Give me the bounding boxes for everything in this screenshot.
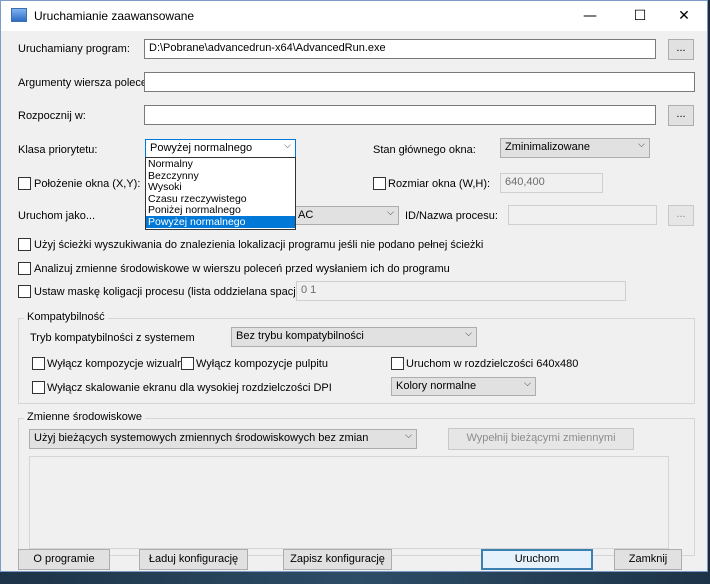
close-button[interactable]: ✕	[661, 1, 707, 31]
compatibility-group-title: Kompatybilność	[24, 311, 108, 323]
env-mode-combobox[interactable]: Użyj bieżących systemowych zmiennych śro…	[29, 429, 417, 449]
window-size-checkbox[interactable]	[373, 177, 386, 190]
compat-mode-label: Tryb kompatybilności z systemem	[30, 332, 195, 344]
run-640-checkbox[interactable]	[391, 357, 404, 370]
close-dialog-button[interactable]: Zamknij	[614, 549, 682, 570]
disable-desktop-label: Wyłącz kompozycje pulpitu	[196, 358, 328, 370]
advanced-run-window: Uruchamianie zaawansowane — ☐ ✕ Uruchami…	[0, 0, 708, 572]
minimize-button[interactable]: —	[567, 1, 613, 31]
arguments-label: Argumenty wiersza poleceń:	[18, 77, 157, 89]
chevron-down-icon: ⌵	[405, 431, 412, 441]
window-size-input[interactable]: 640,400	[500, 173, 603, 193]
title-bar: Uruchamianie zaawansowane — ☐ ✕	[1, 1, 707, 31]
window-position-checkbox[interactable]	[18, 177, 31, 190]
program-label: Uruchamiany program:	[18, 43, 130, 55]
disable-dpi-checkbox[interactable]	[32, 381, 45, 394]
priority-combobox[interactable]: Powyżej normalnego ⌵	[145, 139, 296, 158]
start-in-input[interactable]	[144, 105, 656, 125]
window-size-label: Rozmiar okna (W,H):	[388, 178, 491, 190]
chevron-down-icon: ⌵	[387, 208, 394, 218]
priority-option[interactable]: Wysoki	[146, 181, 295, 193]
priority-label: Klasa priorytetu:	[18, 144, 98, 156]
environment-group-title: Zmienne środowiskowe	[24, 411, 145, 423]
compat-mode-selected: Bez trybu kompatybilności	[236, 330, 364, 342]
arguments-input[interactable]	[144, 72, 695, 92]
search-path-label: Użyj ścieżki wyszukiwania do znalezienia…	[34, 239, 484, 251]
run-as-label: Uruchom jako...	[18, 210, 96, 222]
process-id-input[interactable]	[508, 205, 657, 225]
env-mode-selected: Użyj bieżących systemowych zmiennych śro…	[34, 432, 369, 444]
main-window-state-selected: Zminimalizowane	[505, 141, 590, 153]
run-as-selected: AC	[298, 209, 314, 221]
program-path-input[interactable]: D:\Pobrane\advancedrun-x64\AdvancedRun.e…	[144, 39, 656, 59]
chevron-down-icon: ⌵	[284, 141, 291, 151]
app-icon	[11, 8, 27, 22]
browse-process-button[interactable]: ...	[668, 205, 694, 226]
fill-env-button[interactable]: Wypełnij bieżącymi zmiennymi	[448, 428, 634, 450]
browse-start-in-button[interactable]: ...	[668, 105, 694, 126]
chevron-down-icon: ⌵	[638, 140, 645, 150]
priority-dropdown-list: Normalny Bezczynny Wysoki Czasu rzeczywi…	[145, 157, 296, 230]
parse-env-checkbox[interactable]	[18, 262, 31, 275]
env-variables-textarea[interactable]	[29, 456, 669, 549]
main-window-state-combobox[interactable]: Zminimalizowane ⌵	[500, 138, 650, 158]
load-config-button[interactable]: Ładuj konfigurację	[139, 549, 248, 570]
compat-mode-combobox[interactable]: Bez trybu kompatybilności ⌵	[231, 327, 477, 347]
colors-combobox[interactable]: Kolory normalne ⌵	[391, 377, 536, 396]
main-window-state-label: Stan głównego okna:	[373, 144, 476, 156]
priority-option[interactable]: Czasu rzeczywistego	[146, 193, 295, 205]
priority-option[interactable]: Poniżej normalnego	[146, 204, 295, 217]
disable-visual-checkbox[interactable]	[32, 357, 45, 370]
priority-option[interactable]: Bezczynny	[146, 170, 295, 182]
parse-env-label: Analizuj zmienne środowiskowe w wierszu …	[34, 263, 450, 275]
disable-visual-label: Wyłącz kompozycje wizualne	[47, 358, 190, 370]
affinity-input[interactable]: 0 1	[296, 281, 626, 301]
run-640-label: Uruchom w rozdzielczości 640x480	[406, 358, 579, 370]
affinity-label: Ustaw maskę koligacji procesu (lista odd…	[34, 286, 321, 298]
start-in-label: Rozpocznij w:	[18, 110, 86, 122]
priority-option[interactable]: Normalny	[146, 158, 295, 170]
about-button[interactable]: O programie	[18, 549, 110, 570]
chevron-down-icon: ⌵	[524, 379, 531, 389]
chevron-down-icon: ⌵	[465, 329, 472, 339]
affinity-checkbox[interactable]	[18, 285, 31, 298]
desktop-background	[0, 572, 710, 584]
run-button[interactable]: Uruchom	[481, 549, 593, 570]
colors-selected: Kolory normalne	[396, 380, 477, 392]
window-position-label: Położenie okna (X,Y):	[34, 178, 141, 190]
maximize-button[interactable]: ☐	[617, 1, 663, 31]
search-path-checkbox[interactable]	[18, 238, 31, 251]
disable-dpi-label: Wyłącz skalowanie ekranu dla wysokiej ro…	[47, 382, 332, 394]
process-id-label: ID/Nazwa procesu:	[405, 210, 498, 222]
browse-program-button[interactable]: ...	[668, 39, 694, 60]
disable-desktop-checkbox[interactable]	[181, 357, 194, 370]
save-config-button[interactable]: Zapisz konfigurację	[283, 549, 392, 570]
priority-option-selected[interactable]: Powyżej normalnego	[146, 215, 295, 228]
priority-selected: Powyżej normalnego	[150, 142, 253, 154]
window-title: Uruchamianie zaawansowane	[34, 9, 195, 23]
